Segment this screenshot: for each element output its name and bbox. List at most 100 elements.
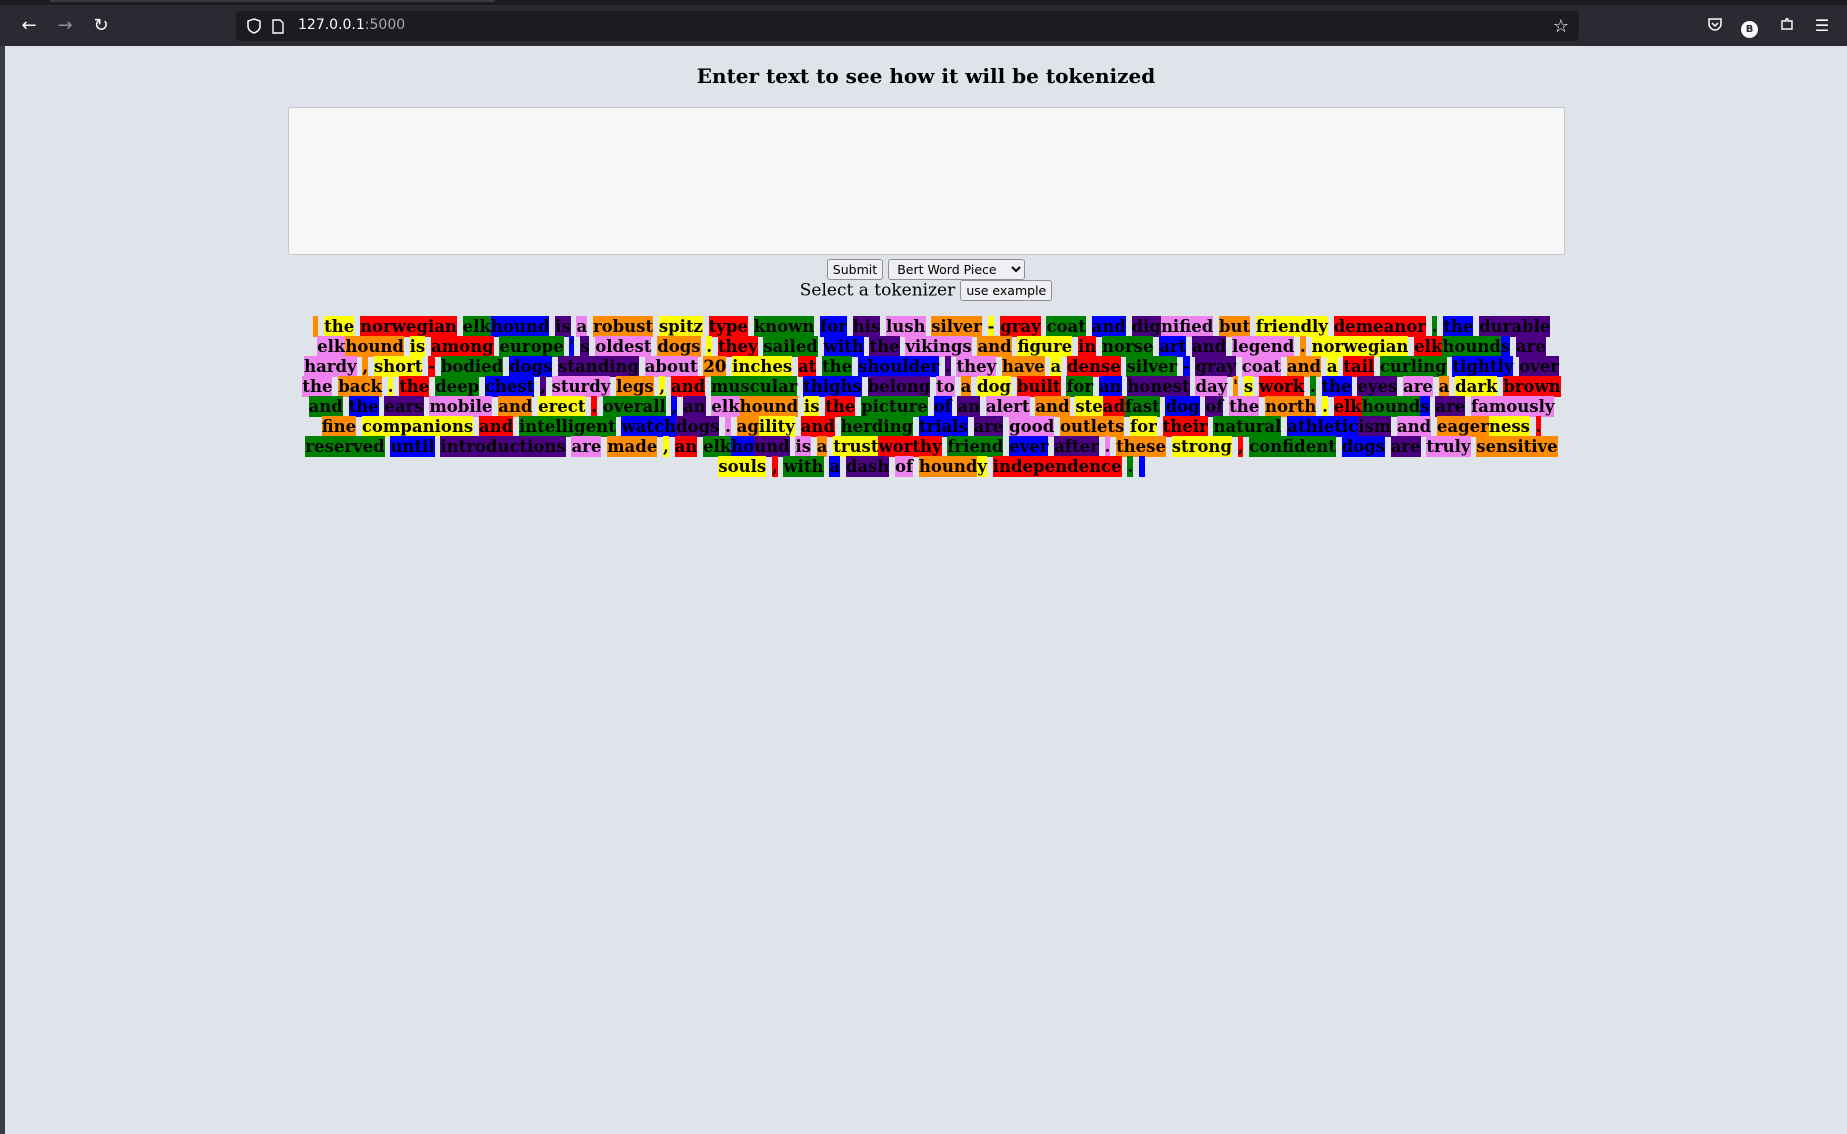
token: for xyxy=(1066,376,1094,397)
token: and xyxy=(800,416,835,437)
token: the xyxy=(302,376,333,397)
token: dog xyxy=(1165,396,1200,417)
token: shoulder xyxy=(857,356,940,377)
token: elk xyxy=(1414,336,1443,357)
token: figure xyxy=(1017,336,1073,357)
token: brown xyxy=(1503,376,1561,397)
page-heading: Enter text to see how it will be tokeniz… xyxy=(696,64,1156,88)
address-bar[interactable]: 127.0.0.1:5000 ☆ xyxy=(236,11,1579,41)
token: silver xyxy=(931,316,982,337)
token: in xyxy=(1077,336,1097,357)
token: lush xyxy=(885,316,926,337)
token: chest xyxy=(484,376,535,397)
token: - xyxy=(428,356,436,377)
token: eyes xyxy=(1357,376,1398,397)
token: dogs xyxy=(1341,436,1385,457)
token: friendly xyxy=(1255,316,1328,337)
token: dense xyxy=(1066,356,1121,377)
token: are xyxy=(1390,436,1421,457)
token: . xyxy=(591,396,597,417)
text-input[interactable] xyxy=(288,107,1565,255)
token: the xyxy=(825,396,856,417)
token: inches xyxy=(732,356,793,377)
url-text: 127.0.0.1:5000 xyxy=(298,17,406,33)
token: and xyxy=(1396,416,1432,437)
back-arrow-icon[interactable]: ← xyxy=(18,15,40,37)
token: elk xyxy=(711,396,740,417)
token: are xyxy=(1515,336,1546,357)
token: and xyxy=(1286,356,1322,377)
token: honest xyxy=(1127,376,1190,397)
token: s xyxy=(1243,376,1254,397)
token: souls xyxy=(718,456,767,477)
token: worthy xyxy=(878,436,942,457)
tokenizer-row: Select a tokenizer use example xyxy=(5,280,1847,301)
token-output: the norwegian elkhound is a robust spitz… xyxy=(292,316,1571,477)
token: elk xyxy=(702,436,732,457)
token: gray xyxy=(1000,316,1041,337)
page-icon xyxy=(272,19,284,34)
token: and xyxy=(977,336,1012,357)
shield-icon[interactable] xyxy=(247,18,261,34)
token: s xyxy=(580,336,590,357)
bookmark-star-icon[interactable]: ☆ xyxy=(1553,16,1569,37)
page-content: Enter text to see how it will be tokeniz… xyxy=(5,46,1847,1134)
token: mobile xyxy=(429,396,493,417)
token: . xyxy=(725,416,731,437)
token: standing xyxy=(558,356,640,377)
token: type xyxy=(708,316,748,337)
token: and xyxy=(1091,316,1126,337)
token: . xyxy=(1535,416,1542,437)
profile-avatar[interactable]: B xyxy=(1741,21,1758,38)
token: made xyxy=(607,436,658,457)
token: companions xyxy=(361,416,474,437)
submit-button[interactable]: Submit xyxy=(826,259,884,280)
token: are xyxy=(571,436,602,457)
token: legs xyxy=(616,376,654,397)
token: is xyxy=(803,396,820,417)
menu-hamburger-icon[interactable]: ☰ xyxy=(1812,16,1832,36)
token: art xyxy=(1159,336,1187,357)
token: and xyxy=(670,376,706,397)
token: , xyxy=(663,436,669,457)
forward-arrow-icon[interactable]: → xyxy=(54,15,76,37)
token: outlets xyxy=(1059,416,1125,437)
token: an xyxy=(674,436,698,457)
token: they xyxy=(717,336,758,357)
token: ism xyxy=(1358,416,1392,437)
token: with xyxy=(783,456,824,477)
token: truly xyxy=(1426,436,1471,457)
token: curling xyxy=(1379,356,1447,377)
token: the xyxy=(399,376,430,397)
token: and xyxy=(498,396,533,417)
token: a xyxy=(829,456,840,477)
token: natural xyxy=(1213,416,1282,437)
reload-icon[interactable]: ↻ xyxy=(90,15,112,37)
token: bodied xyxy=(440,356,504,377)
token: good xyxy=(1009,416,1055,437)
token: watch xyxy=(621,416,677,437)
token: spitz xyxy=(658,316,703,337)
token: the xyxy=(348,396,379,417)
token: trust xyxy=(833,436,879,457)
token: . xyxy=(1310,376,1316,397)
token: are xyxy=(973,416,1004,437)
token: demeanor xyxy=(1333,316,1426,337)
token: introductions xyxy=(440,436,566,457)
token: s xyxy=(1500,336,1511,357)
token: , xyxy=(771,456,778,477)
token: ' xyxy=(569,336,575,357)
token: - xyxy=(1182,356,1190,377)
token: . xyxy=(1127,456,1134,477)
token: known xyxy=(753,316,815,337)
token: ever xyxy=(1009,436,1049,457)
use-example-button[interactable]: use example xyxy=(960,280,1053,301)
token: . xyxy=(1322,396,1328,417)
token: have xyxy=(1001,356,1045,377)
token: dig xyxy=(1131,316,1161,337)
pocket-icon[interactable] xyxy=(1705,16,1725,36)
token: of xyxy=(1205,396,1224,417)
token: . xyxy=(1104,436,1111,457)
tokenizer-select[interactable]: Bert Word Piece xyxy=(888,259,1026,280)
extensions-icon[interactable] xyxy=(1777,16,1797,36)
